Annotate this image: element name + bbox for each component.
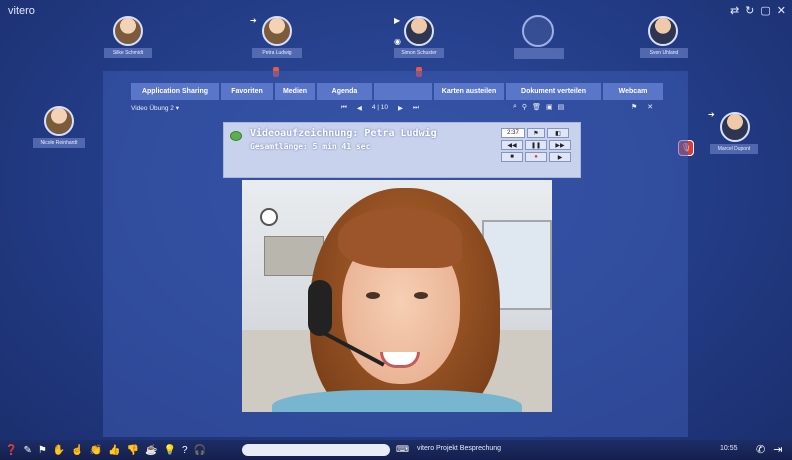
tab-application-sharing[interactable]: Application Sharing	[131, 83, 219, 100]
maximize-icon[interactable]: ▢	[760, 4, 770, 17]
page-indicator: 4 | 10	[371, 104, 389, 111]
flag-icon[interactable]: ⚑	[38, 445, 47, 456]
participant-name-empty	[514, 48, 564, 59]
exit-icon[interactable]: ⇥	[773, 443, 782, 456]
thumbs-down-icon[interactable]: 👎	[127, 445, 139, 456]
media-select-value: Video Übung 2	[131, 105, 174, 112]
phone-icon[interactable]: ✆	[756, 443, 765, 456]
app-logo: vitero	[8, 5, 35, 17]
flag-icon[interactable]: ⚑	[527, 128, 545, 138]
tab-favoriten[interactable]: Favoriten	[221, 83, 273, 100]
headset-icon	[308, 280, 332, 336]
stop-icon[interactable]: ■	[501, 152, 523, 162]
pause-icon[interactable]: ❚❚	[525, 140, 547, 150]
close-icon[interactable]: ✕	[777, 4, 786, 17]
person-bangs	[338, 208, 462, 268]
close-panel-icon[interactable]: ✕	[647, 103, 653, 111]
help-icon[interactable]: ❓	[5, 445, 17, 456]
last-page-icon[interactable]: ⏭	[413, 104, 419, 112]
media-select[interactable]: Video Übung 2 ▾	[131, 104, 179, 112]
person-shirt	[272, 390, 522, 412]
person-eye	[366, 292, 380, 299]
pager: ⏮ ◀ 4 | 10 ▶ ⏭	[341, 104, 419, 112]
keyboard-icon[interactable]: ⌨	[396, 444, 409, 455]
status-indicator-icon	[230, 131, 242, 141]
avatar-petra-ludwig[interactable]	[262, 16, 292, 46]
participant-name-petra: Petra Ludwig	[252, 48, 302, 58]
trash-icon[interactable]: 🗑	[532, 103, 541, 111]
play-icon: ▶	[394, 16, 401, 25]
taskbar: ❓ ✎ ⚑ ✋ ☝ 👏 👍 👎 ☕ 💡 ? 🎧 ⌨ vitero Projekt…	[0, 440, 792, 460]
participant-name-silke: Silke Schmidt	[104, 48, 152, 58]
tab-agenda[interactable]: Agenda	[317, 83, 372, 100]
tab-karten-austeilen[interactable]: Karten austeilen	[434, 83, 504, 100]
tool-icons: ⌕ ⚲ 🗑 ▣ ▤	[513, 103, 564, 111]
chat-input[interactable]	[242, 444, 390, 456]
avatar-marcel-dupont[interactable]	[720, 112, 750, 142]
idea-icon[interactable]: 💡	[164, 445, 176, 456]
play-icon[interactable]: ▶	[549, 152, 571, 162]
question-icon[interactable]: ?	[182, 445, 188, 456]
arrow-right-icon: ➔	[708, 110, 715, 119]
chevron-down-icon: ▾	[175, 105, 179, 112]
record-icon[interactable]: ●	[525, 152, 547, 162]
fast-forward-icon[interactable]: ▶▶	[549, 140, 571, 150]
swap-icon[interactable]: ⇄	[730, 4, 739, 17]
hand-point-icon[interactable]: ☝	[71, 445, 83, 456]
taskbar-right: ✆ ⇥	[756, 443, 782, 456]
prev-page-icon[interactable]: ◀	[357, 104, 362, 112]
tab-bar: Application Sharing Favoriten Medien Age…	[131, 83, 663, 100]
folder-icon[interactable]: ▤	[558, 103, 565, 111]
coffee-icon[interactable]: ☕	[145, 445, 157, 456]
taskbar-tools: ❓ ✎ ⚑ ✋ ☝ 👏 👍 👎 ☕ 💡 ? 🎧	[5, 445, 206, 456]
video-time: 2:37	[501, 128, 525, 138]
empty-seat[interactable]	[522, 15, 554, 47]
headset-status-icon[interactable]: 🎧	[194, 445, 206, 456]
video-frame[interactable]	[242, 180, 552, 412]
thumbs-up-icon[interactable]: 👍	[108, 445, 120, 456]
video-recording-panel: Videoaufzeichnung: Petra Ludwig Gesamtlä…	[223, 122, 581, 178]
pin-panel-icon[interactable]: ⚑	[631, 103, 637, 111]
video-duration: Gesamtlänge: 5 min 41 sec	[250, 142, 371, 151]
hand-raise-icon[interactable]: ✋	[53, 445, 65, 456]
video-controls: 2:37 ⚑ ◧ ◀◀ ❚❚ ▶▶ ■ ● ▶	[501, 128, 571, 164]
participant-name-nicole: Nicole Reinhardt	[33, 138, 85, 148]
camera-icon[interactable]: ◧	[547, 128, 569, 138]
webcam-icon: ◉	[394, 37, 401, 46]
arrow-right-icon: ➔	[250, 16, 257, 25]
participant-name-sven: Sven Uhland	[640, 48, 688, 58]
avatar-nicole-reinhardt[interactable]	[44, 106, 74, 136]
avatar-simon-schuster[interactable]	[404, 16, 434, 46]
image-icon[interactable]: ▣	[546, 103, 553, 111]
window-controls: ⇄ ↻ ▢ ✕	[730, 4, 786, 17]
participant-name-marcel: Marcel Dupont	[710, 144, 758, 154]
search-icon[interactable]: ⌕	[513, 103, 517, 111]
avatar-silke-schmidt[interactable]	[113, 16, 143, 46]
media-toolbar: Video Übung 2 ▾ ⏮ ◀ 4 | 10 ▶ ⏭ ⌕ ⚲ 🗑 ▣ ▤…	[131, 103, 661, 115]
clock-icon	[260, 208, 278, 226]
video-title: Videoaufzeichnung: Petra Ludwig	[250, 128, 437, 139]
zoom-icon[interactable]: ⚲	[522, 103, 527, 111]
tab-medien[interactable]: Medien	[275, 83, 315, 100]
tools-icon[interactable]: ✎	[23, 445, 31, 456]
first-page-icon[interactable]: ⏮	[341, 104, 347, 112]
participant-name-simon: Simon Schuster	[394, 48, 444, 58]
tab-dokument-verteilen[interactable]: Dokument verteilen	[506, 83, 601, 100]
tab-empty[interactable]	[374, 83, 432, 100]
avatar-sven-uhland[interactable]	[648, 16, 678, 46]
next-page-icon[interactable]: ▶	[398, 104, 403, 112]
clock-time: 10:55	[720, 445, 738, 452]
panel-controls: ⚑ ✕	[631, 103, 653, 111]
clap-icon[interactable]: 👏	[90, 445, 102, 456]
refresh-icon[interactable]: ↻	[745, 4, 754, 17]
session-title: vitero Projekt Besprechung	[417, 445, 502, 452]
rewind-icon[interactable]: ◀◀	[501, 140, 523, 150]
tab-webcam[interactable]: Webcam	[603, 83, 663, 100]
person-eye	[414, 292, 428, 299]
